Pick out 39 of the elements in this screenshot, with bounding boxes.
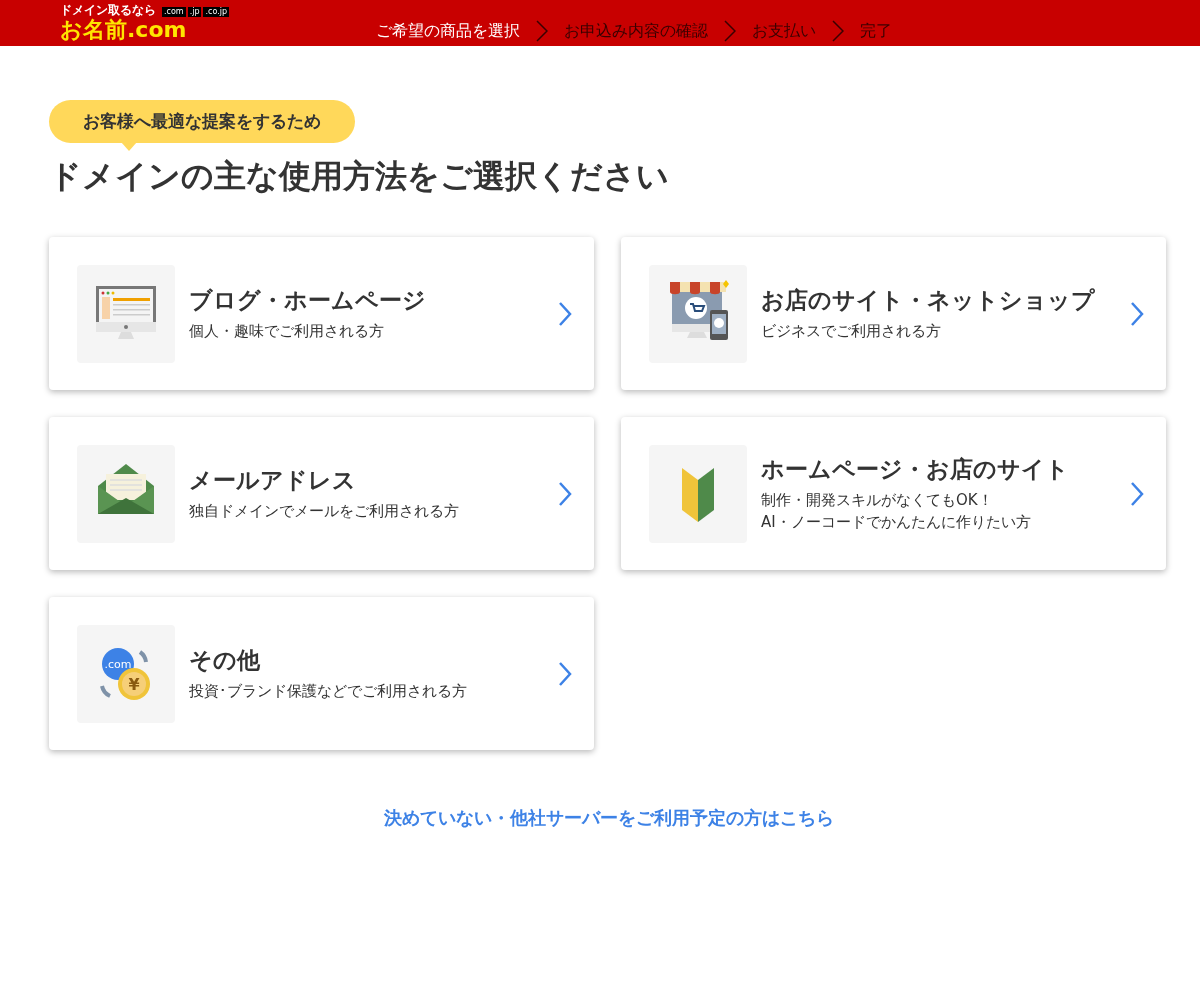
chevron-right-icon (558, 480, 572, 507)
progress-step: お支払い (752, 20, 816, 42)
progress-step: 完了 (860, 20, 892, 42)
chevron-icon (536, 20, 548, 42)
chevron-icon (724, 20, 736, 42)
logo-text[interactable]: お名前.com (60, 17, 187, 43)
icon-label: ¥ (128, 674, 140, 694)
progress-step: ご希望の商品を選択 (376, 20, 520, 42)
option-card[interactable]: お店のサイト・ネットショップ ビジネスでご利用される方 (621, 237, 1166, 390)
option-card[interactable]: メールアドレス 独自ドメインでメールをご利用される方 (49, 417, 594, 570)
option-card[interactable]: ホームページ・お店のサイト 制作・開発スキルがなくてもOK！ AI・ノーコードでかんたんに作りたい方 (621, 417, 1166, 570)
option-description: 個人・趣味でご利用される方 (189, 321, 385, 342)
badge-pointer (121, 142, 137, 151)
option-description: 投資･ブランド保護などでご利用される方 (189, 681, 468, 702)
option-title: メールアドレス (189, 466, 357, 495)
icon-label: .com (104, 657, 132, 671)
option-description: AI・ノーコードでかんたんに作りたい方 (761, 512, 1032, 533)
chevron-right-icon (558, 660, 572, 687)
chevron-right-icon (558, 300, 572, 327)
option-title: その他 (189, 646, 261, 675)
option-description: 独自ドメインでメールをご利用される方 (189, 501, 460, 522)
option-description: 制作・開発スキルがなくてもOK！ (761, 490, 994, 511)
chevron-right-icon (1130, 480, 1144, 507)
tld-label: .jp (187, 7, 202, 17)
chevron-right-icon (1130, 300, 1144, 327)
option-card[interactable]: .com ¥ その他 投資･ブランド保護などでご利用される方 (49, 597, 594, 750)
option-title: お店のサイト・ネットショップ (761, 286, 1096, 315)
page-heading: ドメインの主な使用方法をご選択ください (49, 156, 670, 197)
tld-label: .com (162, 7, 186, 17)
option-title: ブログ・ホームページ (189, 286, 427, 315)
option-description: ビジネスでご利用される方 (761, 321, 942, 342)
progress-step: お申込み内容の確認 (564, 20, 708, 42)
tld-label: .co.jp (203, 7, 230, 17)
option-card[interactable]: ブログ・ホームページ 個人・趣味でご利用される方 (49, 237, 594, 390)
chevron-icon (832, 20, 844, 42)
undecided-link[interactable]: 決めていない・他社サーバーをご利用予定の方はこちら (383, 807, 834, 828)
option-title: ホームページ・お店のサイト (761, 455, 1070, 484)
coin-icon (118, 667, 150, 700)
logo-tagline: ドメイン取るなら (60, 3, 156, 17)
